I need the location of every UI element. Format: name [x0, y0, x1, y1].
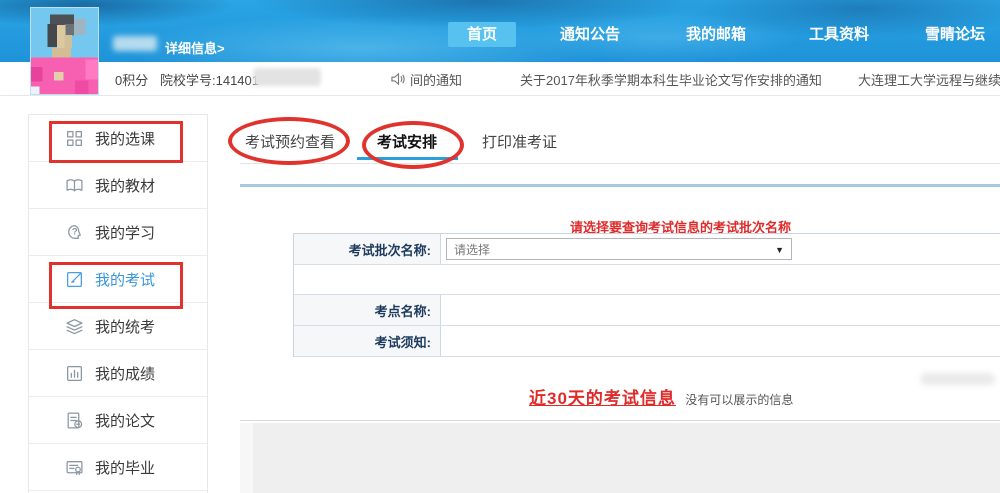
sidebar-item-my-exams[interactable]: 我的考试 [29, 256, 207, 303]
sidebar-item-unified-exams[interactable]: 我的统考 [29, 303, 207, 350]
sidebar-item-my-grades[interactable]: 我的成绩 [29, 350, 207, 397]
sidebar-menu: 我的选课 我的教材 ? 我的学习 我的考试 我的统考 我的成绩 我的论文 我的毕 [28, 114, 208, 493]
sidebar-item-label: 我的统考 [95, 316, 155, 337]
notice-ticker-partial[interactable]: 间的通知 [410, 70, 462, 89]
points-label: 0积分 [115, 70, 148, 89]
head-question-icon: ? [65, 223, 84, 242]
sidebar-item-label: 我的学习 [95, 222, 155, 243]
panel-footer-area [253, 423, 1000, 493]
exam-site-label: 考点名称: [294, 295, 441, 325]
layers-icon [65, 317, 84, 336]
active-tab-underline [357, 157, 458, 160]
sidebar-item-my-courses[interactable]: 我的选课 [29, 115, 207, 162]
avatar-pixelated-image [31, 8, 98, 94]
nav-home[interactable]: 首页 [448, 22, 516, 47]
sidebar-item-label: 我的选课 [95, 128, 155, 149]
sidebar-item-my-learning[interactable]: ? 我的学习 [29, 209, 207, 256]
recent-exams-empty-message: 没有可以展示的信息 [685, 393, 793, 407]
exam-batch-selected-value: 请选择 [454, 243, 490, 257]
redacted-smudge [920, 373, 995, 385]
nav-tools[interactable]: 工具资料 [801, 22, 877, 47]
exam-portal-page: 首页 通知公告 我的邮箱 工具资料 雪睛论坛 详细信息> 0积分 院校学号:14… [0, 0, 1000, 493]
redacted-student-id [253, 68, 321, 86]
grid-icon [65, 129, 84, 148]
sidebar-item-my-thesis[interactable]: 我的论文 [29, 397, 207, 444]
redacted-username [113, 36, 157, 51]
sidebar-item-label: 我的成绩 [95, 363, 155, 384]
user-notice-bar: 0积分 院校学号:141401 间的通知 关于2017年秋季学期本科生毕业论文写… [0, 62, 1000, 96]
form-row-batch: 考试批次名称: 请选择 ▼ [294, 234, 1000, 265]
svg-text:?: ? [72, 226, 78, 237]
dropdown-arrow-icon: ▼ [775, 239, 784, 261]
tab-exam-reservation-view[interactable]: 考试预约查看 [245, 131, 335, 152]
book-icon [65, 176, 84, 195]
header-banner: 首页 通知公告 我的邮箱 工具资料 雪睛论坛 [0, 0, 1000, 62]
sidebar-item-label: 我的毕业 [95, 457, 155, 478]
batch-name-value-cell: 请选择 ▼ [441, 234, 1000, 264]
tabbar-divider [240, 163, 1000, 164]
avatar[interactable] [30, 7, 99, 95]
sidebar-item-label: 我的考试 [95, 269, 155, 290]
nav-forum[interactable]: 雪睛论坛 [917, 22, 993, 47]
exam-batch-select[interactable]: 请选择 ▼ [446, 238, 792, 260]
tab-print-admission-ticket[interactable]: 打印准考证 [482, 131, 557, 152]
sidebar-item-label: 我的教材 [95, 175, 155, 196]
form-row-notes: 考试须知: [294, 326, 1000, 357]
exam-site-value [441, 295, 1000, 325]
form-row-site: 考点名称: [294, 295, 1000, 326]
batch-name-label: 考试批次名称: [294, 234, 441, 264]
notice-ticker-main[interactable]: 关于2017年秋季学期本科生毕业论文写作安排的通知 [520, 70, 822, 89]
bar-chart-icon [65, 364, 84, 383]
certificate-icon [65, 458, 84, 477]
panel-footer-strip [240, 423, 253, 493]
profile-details-link[interactable]: 详细信息> [165, 38, 225, 57]
tab-exam-schedule[interactable]: 考试安排 [377, 131, 437, 152]
edit-icon [65, 270, 84, 289]
exam-notes-label: 考试须知: [294, 326, 441, 356]
exam-notes-value [441, 326, 1000, 356]
sidebar-item-my-textbooks[interactable]: 我的教材 [29, 162, 207, 209]
notice-ticker-right[interactable]: 大连理工大学远程与继续 [858, 70, 1000, 89]
sidebar-item-my-graduation[interactable]: 我的毕业 [29, 444, 207, 491]
exam-schedule-panel: 请选择要查询考试信息的考试批次名称 考试批次名称: 请选择 ▼ 考点名称: 考试… [240, 184, 1000, 421]
document-icon [65, 411, 84, 430]
recent-exams-section: 近30天的考试信息 没有可以展示的信息 [529, 384, 793, 409]
recent-exams-title: 近30天的考试信息 [529, 389, 676, 408]
student-id-label: 院校学号:141401 [160, 70, 259, 89]
exam-query-form: 考试批次名称: 请选择 ▼ 考点名称: 考试须知: [293, 233, 1000, 357]
nav-mailbox[interactable]: 我的邮箱 [678, 22, 754, 47]
speaker-icon [391, 72, 406, 86]
nav-announcements[interactable]: 通知公告 [552, 22, 628, 47]
form-row-spacer [294, 265, 1000, 295]
sidebar-item-label: 我的论文 [95, 410, 155, 431]
